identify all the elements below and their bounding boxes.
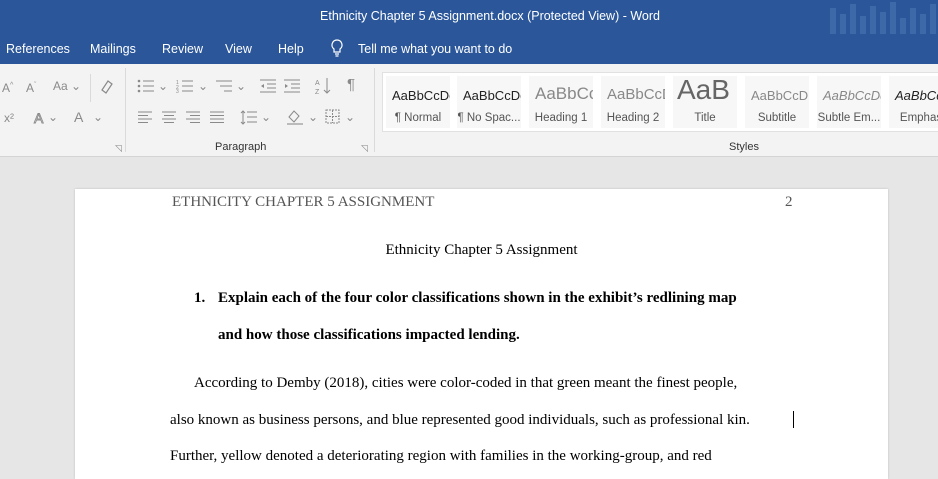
chevron-down-icon[interactable]: ⌄ <box>308 110 318 124</box>
ribbon-tabs: References Mailings Review View Help Tel… <box>0 34 938 64</box>
shading-icon[interactable] <box>286 109 304 128</box>
tab-references[interactable]: References <box>6 42 70 56</box>
increase-indent-icon[interactable] <box>283 79 301 96</box>
change-case-icon[interactable]: Aa ⌄ <box>53 79 81 93</box>
question-line: Explain each of the four color classific… <box>218 290 737 306</box>
align-right-icon[interactable] <box>185 111 201 127</box>
borders-icon[interactable] <box>325 109 340 127</box>
line-spacing-icon[interactable] <box>240 110 258 128</box>
styles-gallery: AaBbCcDc ¶ Normal AaBbCcDc ¶ No Spac... … <box>382 72 938 132</box>
style-sample: AaB <box>677 76 730 105</box>
style-sample: AaBbCcDc <box>463 88 521 103</box>
document-page[interactable]: ETHNICITY CHAPTER 5 ASSIGNMENT 2 Ethnici… <box>75 189 888 479</box>
style-name: Subtle Em... <box>817 112 881 124</box>
style-name: Emphas <box>899 112 938 124</box>
style-sample: AaBbCc <box>895 88 938 103</box>
tab-help[interactable]: Help <box>278 42 304 56</box>
align-center-icon[interactable] <box>161 111 177 127</box>
multilevel-list-icon[interactable] <box>215 79 233 96</box>
style-sample: AaBbCcD <box>607 86 665 103</box>
svg-text:A: A <box>315 80 320 87</box>
style-name: Heading 2 <box>606 112 660 124</box>
text-effects-icon[interactable]: A <box>33 110 47 129</box>
sort-az-icon[interactable]: AZ <box>315 77 331 98</box>
style-subtitle[interactable]: AaBbCcD Subtitle <box>745 76 809 128</box>
ribbon: A^ Aˇ Aa ⌄ x² A ⌄ A ⌄ ⌄ 123 ⌄ ⌄ AZ ¶ ⌄ ⌄… <box>0 64 938 157</box>
font-color-icon[interactable]: A <box>74 110 83 124</box>
text-cursor <box>793 411 794 428</box>
bullets-icon[interactable] <box>137 79 155 96</box>
tab-review[interactable]: Review <box>162 42 203 56</box>
numbering-icon[interactable]: 123 <box>176 79 194 96</box>
grow-font-icon[interactable]: A^ <box>2 79 13 95</box>
svg-text:3: 3 <box>176 89 179 93</box>
style-name: Title <box>694 112 716 124</box>
style-normal[interactable]: AaBbCcDc ¶ Normal <box>386 76 450 128</box>
style-emphasis[interactable]: AaBbCc Emphas <box>889 76 938 128</box>
paragraph-group-label: Paragraph <box>215 141 267 153</box>
style-heading-1[interactable]: AaBbCc Heading 1 <box>529 76 593 128</box>
question-line: and how those classifications impacted l… <box>218 327 520 343</box>
body-line: Further, yellow denoted a deteriorating … <box>170 448 712 464</box>
style-sample: AaBbCc <box>535 84 593 103</box>
page-number: 2 <box>785 194 793 210</box>
chevron-down-icon[interactable]: ⌄ <box>93 110 103 124</box>
question-number: 1. <box>194 290 206 306</box>
justify-icon[interactable] <box>209 111 225 127</box>
chevron-down-icon[interactable]: ⌄ <box>48 110 58 124</box>
style-sample: AaBbCcDc <box>392 88 450 103</box>
body-line: also known as business persons, and blue… <box>170 412 750 428</box>
tab-mailings[interactable]: Mailings <box>90 42 136 56</box>
chevron-down-icon[interactable]: ⌄ <box>345 110 355 124</box>
title-bar-decoration <box>826 0 938 34</box>
title-bar: Ethnicity Chapter 5 Assignment.docx (Pro… <box>0 0 938 34</box>
style-no-spacing[interactable]: AaBbCcDc ¶ No Spac... <box>457 76 521 128</box>
running-header: ETHNICITY CHAPTER 5 ASSIGNMENT <box>172 194 435 210</box>
chevron-down-icon[interactable]: ⌄ <box>198 79 208 93</box>
tell-me-search[interactable]: Tell me what you want to do <box>358 42 512 56</box>
document-title: Ethnicity Chapter 5 Assignment <box>385 242 578 258</box>
style-name: Heading 1 <box>534 112 588 124</box>
svg-text:A: A <box>34 110 44 126</box>
chevron-down-icon[interactable]: ⌄ <box>261 110 271 124</box>
body-line: According to Demby (2018), cities were c… <box>194 375 738 391</box>
chevron-down-icon[interactable]: ⌄ <box>236 79 246 93</box>
style-heading-2[interactable]: AaBbCcD Heading 2 <box>601 76 665 128</box>
style-title[interactable]: AaB Title <box>673 76 737 128</box>
paragraph-dialog-launcher-icon[interactable]: ◹ <box>361 143 368 154</box>
tab-view[interactable]: View <box>225 42 252 56</box>
show-hide-marks-icon[interactable]: ¶ <box>347 77 355 92</box>
decrease-indent-icon[interactable] <box>259 79 277 96</box>
style-sample: AaBbCcD <box>751 88 809 103</box>
lightbulb-icon <box>330 39 344 60</box>
superscript-icon[interactable]: x² <box>4 111 14 125</box>
style-name: ¶ Normal <box>394 112 442 124</box>
style-name: ¶ No Spac... <box>457 112 521 124</box>
chevron-down-icon[interactable]: ⌄ <box>158 79 168 93</box>
styles-group-label: Styles <box>729 141 759 153</box>
align-left-icon[interactable] <box>137 111 153 127</box>
style-name: Subtitle <box>757 112 797 124</box>
window-title: Ethnicity Chapter 5 Assignment.docx (Pro… <box>320 9 660 23</box>
svg-text:Z: Z <box>315 89 320 95</box>
clear-formatting-icon[interactable] <box>99 78 115 97</box>
style-subtle-emphasis[interactable]: AaBbCcDd Subtle Em... <box>817 76 881 128</box>
style-sample: AaBbCcDd <box>823 88 881 103</box>
font-dialog-launcher-icon[interactable]: ◹ <box>115 143 122 154</box>
shrink-font-icon[interactable]: Aˇ <box>26 79 36 95</box>
